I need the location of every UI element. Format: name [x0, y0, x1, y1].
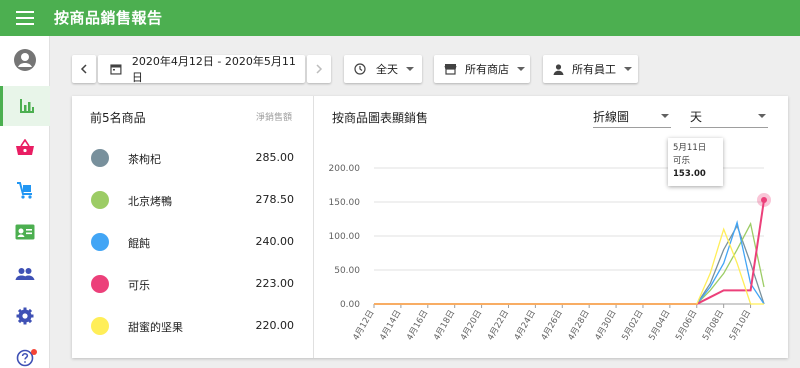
list-item: 可乐 223.00: [72, 275, 312, 317]
sidebar: [0, 36, 50, 368]
x-tick-label: 4月16日: [405, 309, 430, 343]
highlight-point[interactable]: [761, 196, 767, 203]
top-products-title: 前5名商品: [90, 111, 146, 125]
chevron-left-icon: [80, 64, 87, 74]
calendar-icon: [110, 64, 122, 75]
caret-down-icon: [406, 67, 414, 71]
date-range-label: 2020年4月12日 - 2020年5月11日: [131, 55, 296, 84]
product-net-sales: 240.00: [255, 235, 295, 248]
time-filter-label: 全天: [376, 63, 398, 76]
y-tick-label: 200.00: [329, 164, 361, 174]
sidebar-item-reports[interactable]: [0, 86, 50, 126]
sidebar-item-account[interactable]: [0, 40, 50, 80]
x-tick-label: 5月06日: [674, 309, 699, 343]
list-item: 茶枸杞 285.00: [72, 149, 312, 191]
x-tick-label: 4月26日: [540, 309, 565, 343]
cart-icon: [17, 182, 32, 199]
y-tick-label: 0.00: [340, 300, 360, 310]
x-tick-label: 4月22日: [486, 309, 511, 343]
basket-icon: [16, 139, 34, 155]
employee-filter-label: 所有員工: [572, 63, 616, 76]
y-tick-label: 100.00: [329, 232, 361, 242]
y-tick-label: 150.00: [329, 198, 361, 208]
product-name: 可乐: [128, 279, 150, 292]
product-net-sales: 285.00: [255, 151, 295, 164]
sidebar-item-settings[interactable]: [0, 296, 50, 336]
x-tick-label: 4月24日: [513, 309, 538, 343]
color-dot: [91, 149, 109, 167]
color-dot: [91, 191, 109, 209]
chart-type-value: 折線圖: [593, 110, 630, 124]
period-value: 天: [690, 110, 703, 124]
date-range-picker[interactable]: 2020年4月12日 - 2020年5月11日: [98, 55, 305, 84]
employee-filter-dropdown[interactable]: 所有員工: [543, 55, 638, 83]
x-tick-label: 4月12日: [351, 309, 376, 343]
caret-down-icon: [624, 67, 632, 71]
menu-icon[interactable]: [16, 11, 34, 25]
sidebar-item-customers[interactable]: [0, 212, 50, 252]
product-net-sales: 220.00: [255, 319, 295, 332]
x-tick-label: 5月04日: [647, 309, 672, 343]
product-net-sales: 278.50: [255, 193, 295, 206]
settings-icon: [16, 307, 34, 325]
product-name: 北京烤鴨: [128, 195, 172, 208]
product-net-sales: 223.00: [255, 277, 295, 290]
notification-badge: [31, 349, 37, 355]
tooltip-item: 可乐: [673, 156, 691, 166]
prev-range-button[interactable]: [72, 55, 96, 83]
store-filter-dropdown[interactable]: 所有商店: [434, 55, 530, 83]
time-filter-dropdown[interactable]: 全天: [344, 55, 422, 83]
chart-type-select[interactable]: 折線圖: [593, 108, 671, 128]
x-tick-label: 5月10日: [728, 309, 753, 343]
series-line: [374, 199, 765, 305]
period-select[interactable]: 天: [690, 108, 768, 128]
x-tick-label: 5月08日: [701, 309, 726, 343]
store-icon: [444, 64, 457, 75]
sidebar-item-inventory[interactable]: [0, 170, 50, 210]
next-range-button[interactable]: [307, 55, 331, 83]
caret-down-icon: [758, 114, 766, 118]
tooltip-value: 153.00: [673, 169, 706, 179]
chart-tooltip: 5月11日 可乐 153.00: [668, 138, 723, 186]
sidebar-item-items[interactable]: [0, 128, 50, 168]
x-tick-label: 4月30日: [593, 309, 618, 343]
color-dot: [91, 317, 109, 335]
people-icon: [15, 268, 35, 280]
page-title: 按商品銷售報告: [54, 9, 163, 27]
id-card-icon: [15, 224, 35, 240]
account-circle-icon: [14, 49, 36, 71]
color-dot: [91, 275, 109, 293]
x-tick-label: 4月28日: [566, 309, 591, 343]
list-item: 甜蜜的坚果 220.00: [72, 317, 312, 359]
sidebar-item-employees[interactable]: [0, 254, 50, 294]
chevron-right-icon: [316, 64, 323, 74]
product-name: 茶枸杞: [128, 153, 161, 166]
x-tick-label: 4月20日: [459, 309, 484, 343]
sidebar-item-help[interactable]: [0, 338, 50, 368]
x-tick-label: 4月14日: [378, 309, 403, 343]
caret-down-icon: [517, 67, 525, 71]
x-tick-label: 5月02日: [620, 309, 645, 343]
chart-title: 按商品圖表顯銷售: [332, 111, 429, 125]
product-name: 餛飩: [128, 237, 150, 250]
color-dot: [91, 233, 109, 251]
product-name: 甜蜜的坚果: [128, 321, 183, 334]
caret-down-icon: [661, 114, 669, 118]
list-item: 北京烤鴨 278.50: [72, 191, 312, 233]
tooltip-date: 5月11日: [673, 143, 707, 153]
person-icon: [553, 63, 564, 75]
x-tick-label: 4月18日: [432, 309, 457, 343]
clock-icon: [354, 63, 366, 75]
app-bar: 按商品銷售報告: [0, 0, 800, 36]
list-item: 餛飩 240.00: [72, 233, 312, 275]
bar-chart-icon: [19, 99, 34, 113]
net-sales-header: 淨銷售額: [256, 113, 293, 123]
y-tick-label: 50.00: [334, 266, 360, 276]
store-filter-label: 所有商店: [465, 63, 509, 76]
